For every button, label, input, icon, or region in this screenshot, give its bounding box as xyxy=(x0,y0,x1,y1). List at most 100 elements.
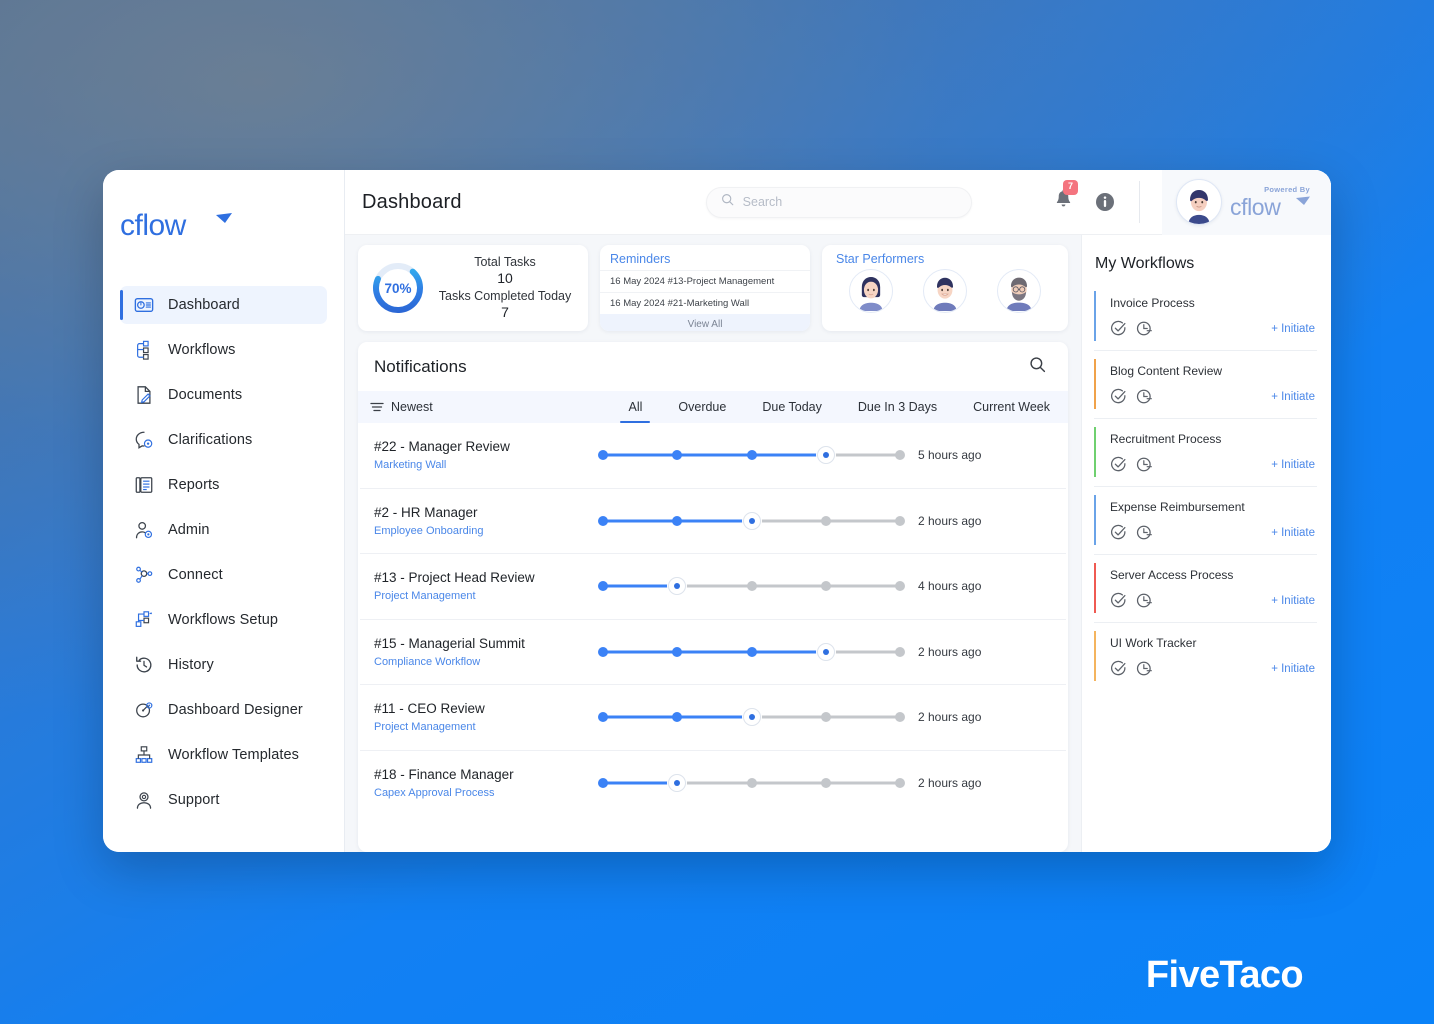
notification-workflow-link[interactable]: Marketing Wall xyxy=(374,459,599,471)
tab-due-today[interactable]: Due Today xyxy=(744,391,840,423)
sidebar-item-label: Workflows Setup xyxy=(168,612,279,628)
search-box[interactable] xyxy=(705,186,972,218)
tracker-node-4[interactable] xyxy=(820,712,831,723)
notification-row[interactable]: #13 - Project Head Review Project Manage… xyxy=(360,554,1066,620)
sidebar-item-admin[interactable]: Admin xyxy=(120,511,327,549)
tracker-node-2[interactable] xyxy=(668,577,687,596)
star-performer-avatar-3[interactable] xyxy=(997,269,1041,313)
notification-row[interactable]: #2 - HR Manager Employee Onboarding 2 ho… xyxy=(360,489,1066,554)
svg-text:cflow: cflow xyxy=(120,209,187,242)
approve-check-icon[interactable] xyxy=(1110,388,1127,405)
notification-row[interactable]: #11 - CEO Review Project Management 2 ho… xyxy=(360,685,1066,751)
tracker-node-3[interactable] xyxy=(742,511,761,530)
notification-workflow-link[interactable]: Capex Approval Process xyxy=(374,787,599,799)
pending-clock-icon[interactable] xyxy=(1136,592,1153,609)
tracker-node-1[interactable] xyxy=(598,646,608,657)
my-workflows-list: Invoice Process + Initiate Blog Content … xyxy=(1094,283,1317,852)
initiate-button[interactable]: + Initiate xyxy=(1271,323,1317,335)
notification-workflow-link[interactable]: Compliance Workflow xyxy=(374,656,599,668)
sidebar-item-dashboard[interactable]: Dashboard xyxy=(120,286,327,324)
tracker-node-3[interactable] xyxy=(746,450,757,461)
tracker-node-4[interactable] xyxy=(820,778,831,789)
sidebar-item-reports[interactable]: Reports xyxy=(120,466,327,504)
pending-clock-icon[interactable] xyxy=(1136,388,1153,405)
tracker-node-3[interactable] xyxy=(746,581,757,592)
tab-all[interactable]: All xyxy=(610,391,660,423)
tracker-node-5[interactable] xyxy=(895,646,905,657)
initiate-button[interactable]: + Initiate xyxy=(1271,595,1317,607)
sidebar-item-clarifications[interactable]: Clarifications xyxy=(120,421,327,459)
sidebar-item-history[interactable]: History xyxy=(120,646,327,684)
tracker-node-5[interactable] xyxy=(895,450,905,461)
tracker-node-2[interactable] xyxy=(672,712,683,723)
notification-workflow-link[interactable]: Employee Onboarding xyxy=(374,525,599,537)
total-tasks-text: Total Tasks 10 Tasks Completed Today 7 xyxy=(434,254,576,322)
notification-row[interactable]: #22 - Manager Review Marketing Wall 5 ho… xyxy=(360,423,1066,489)
tracker-node-1[interactable] xyxy=(598,581,608,592)
notification-workflow-link[interactable]: Project Management xyxy=(374,721,599,733)
search-icon xyxy=(721,193,734,211)
sidebar-item-documents[interactable]: Documents xyxy=(120,376,327,414)
star-performer-avatar-2[interactable] xyxy=(923,269,967,313)
tracker-node-2[interactable] xyxy=(672,450,683,461)
reports-icon xyxy=(134,475,154,495)
approve-check-icon[interactable] xyxy=(1110,660,1127,677)
tracker-node-2[interactable] xyxy=(672,515,683,526)
star-performer-avatar-1[interactable] xyxy=(849,269,893,313)
tracker-node-5[interactable] xyxy=(895,712,905,723)
workflow-card-inner: Blog Content Review + Initiate xyxy=(1094,359,1317,409)
reminders-view-all-button[interactable]: View All xyxy=(600,314,810,331)
notification-row[interactable]: #15 - Managerial Summit Compliance Workf… xyxy=(360,620,1066,685)
sidebar-item-workflows[interactable]: Workflows xyxy=(120,331,327,369)
tracker-node-3[interactable] xyxy=(742,708,761,727)
sidebar-item-connect[interactable]: Connect xyxy=(120,556,327,594)
sidebar-item-workflow-templates[interactable]: Workflow Templates xyxy=(120,736,327,774)
notification-workflow-link[interactable]: Project Management xyxy=(374,590,599,602)
notifications-bell-button[interactable]: 7 xyxy=(1054,180,1078,215)
sidebar-item-dashboard-designer[interactable]: Dashboard Designer xyxy=(120,691,327,729)
tracker-node-2[interactable] xyxy=(672,646,683,657)
pending-clock-icon[interactable] xyxy=(1136,456,1153,473)
notifications-search-button[interactable] xyxy=(1029,356,1046,378)
tracker-node-2[interactable] xyxy=(668,774,687,793)
tab-overdue[interactable]: Overdue xyxy=(660,391,744,423)
tab-due-in-3-days[interactable]: Due In 3 Days xyxy=(840,391,955,423)
info-button[interactable] xyxy=(1095,192,1115,212)
initiate-button[interactable]: + Initiate xyxy=(1271,663,1317,675)
user-avatar[interactable] xyxy=(1176,179,1222,225)
search-input[interactable] xyxy=(742,195,957,209)
tracker-node-1[interactable] xyxy=(598,450,608,461)
notification-row[interactable]: #18 - Finance Manager Capex Approval Pro… xyxy=(360,751,1066,817)
tracker-node-1[interactable] xyxy=(598,778,608,789)
sidebar-item-workflows-setup[interactable]: Workflows Setup xyxy=(120,601,327,639)
tracker-node-4[interactable] xyxy=(816,642,835,661)
tracker-node-5[interactable] xyxy=(895,581,905,592)
tracker-node-4[interactable] xyxy=(820,515,831,526)
approve-check-icon[interactable] xyxy=(1110,456,1127,473)
cflow-logo[interactable]: cflow xyxy=(103,200,344,252)
tracker-node-4[interactable] xyxy=(820,581,831,592)
reminder-item[interactable]: 16 May 2024 #21-Marketing Wall xyxy=(600,292,810,314)
workflow-card-inner: Server Access Process + Initiate xyxy=(1094,563,1317,613)
tracker-node-5[interactable] xyxy=(895,515,905,526)
initiate-button[interactable]: + Initiate xyxy=(1271,527,1317,539)
sort-newest-button[interactable]: Newest xyxy=(370,391,433,423)
tracker-node-1[interactable] xyxy=(598,712,608,723)
tracker-node-4[interactable] xyxy=(816,446,835,465)
pending-clock-icon[interactable] xyxy=(1136,660,1153,677)
pending-clock-icon[interactable] xyxy=(1136,524,1153,541)
tracker-node-1[interactable] xyxy=(598,515,608,526)
approve-check-icon xyxy=(1110,456,1126,472)
sidebar-item-support[interactable]: Support xyxy=(120,781,327,819)
tracker-node-3[interactable] xyxy=(746,646,757,657)
tracker-node-5[interactable] xyxy=(895,778,905,789)
reminder-item[interactable]: 16 May 2024 #13-Project Management xyxy=(600,270,810,292)
approve-check-icon[interactable] xyxy=(1110,524,1127,541)
tracker-node-3[interactable] xyxy=(746,778,757,789)
tab-current-week[interactable]: Current Week xyxy=(955,391,1068,423)
pending-clock-icon[interactable] xyxy=(1136,320,1153,337)
approve-check-icon[interactable] xyxy=(1110,320,1127,337)
approve-check-icon[interactable] xyxy=(1110,592,1127,609)
initiate-button[interactable]: + Initiate xyxy=(1271,391,1317,403)
initiate-button[interactable]: + Initiate xyxy=(1271,459,1317,471)
